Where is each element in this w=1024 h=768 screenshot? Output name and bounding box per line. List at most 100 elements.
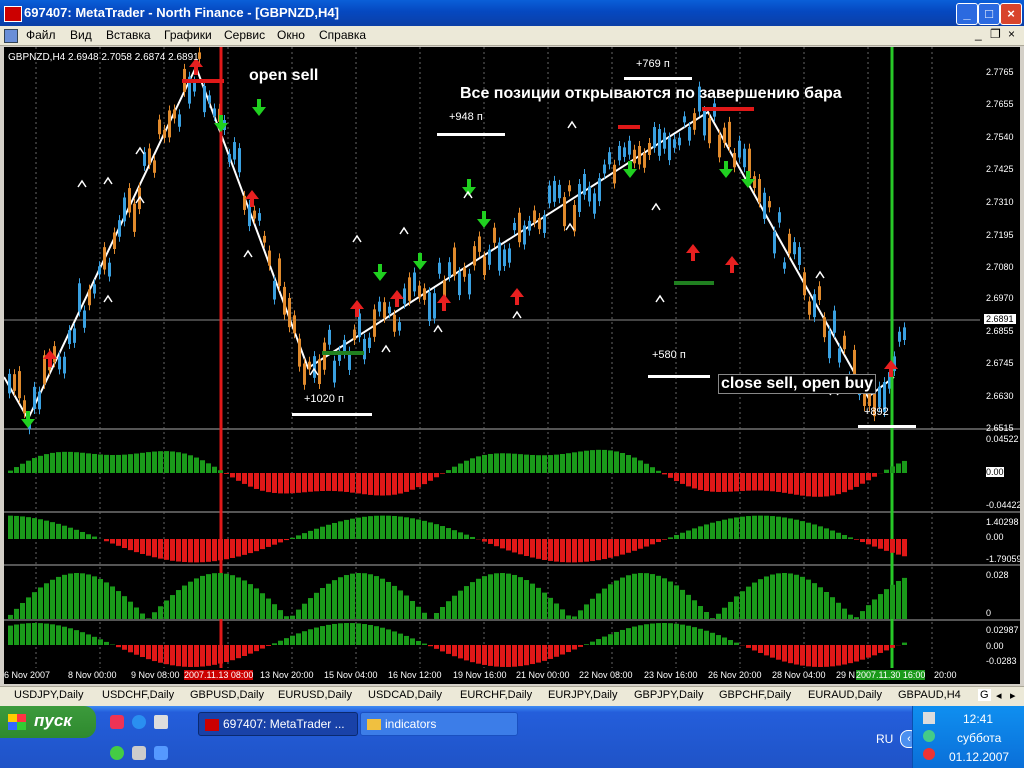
ind3-bar: [560, 609, 565, 619]
candle-body: [428, 292, 431, 322]
candle-body: [298, 338, 301, 367]
ind2-bar: [566, 539, 571, 563]
security-icon[interactable]: [923, 748, 935, 760]
clock-day: суббота: [957, 731, 1002, 745]
ind4-bar: [140, 645, 145, 658]
child-minimize-icon[interactable]: _: [975, 27, 982, 41]
ind1-bar: [764, 473, 769, 491]
ind3-bar: [578, 610, 583, 619]
child-close-icon[interactable]: ×: [1008, 27, 1015, 41]
candle-body: [278, 258, 281, 286]
network-icon[interactable]: [923, 712, 935, 724]
menu-insert[interactable]: Вставка: [106, 28, 151, 42]
tab-usdcad[interactable]: USDCAD,Daily: [368, 689, 442, 701]
menu-file[interactable]: Файл: [26, 28, 56, 42]
ind3-bar: [722, 607, 727, 619]
price-tick: 2.6745: [986, 358, 1014, 368]
menu-window[interactable]: Окно: [277, 28, 305, 42]
tray-icon[interactable]: [923, 730, 935, 742]
tab-scroll-left-icon[interactable]: ◂: [996, 689, 1002, 702]
ind1-bar: [26, 460, 31, 473]
ind2-bar: [452, 530, 457, 539]
ind1-bar: [44, 454, 49, 473]
candle-body: [253, 210, 256, 219]
candle-body: [753, 176, 756, 188]
ind2-bar: [626, 539, 631, 553]
tab-eurjpy[interactable]: EURJPY,Daily: [548, 689, 618, 701]
up-arrow-icon: [437, 294, 451, 311]
tab-gbpchf[interactable]: GBPCHF,Daily: [719, 689, 791, 701]
quicklaunch-icon[interactable]: [110, 715, 124, 729]
menu-tools[interactable]: Сервис: [224, 28, 265, 42]
tab-usdchf[interactable]: USDCHF,Daily: [102, 689, 174, 701]
tab-scroll-right-icon[interactable]: ▸: [1010, 689, 1016, 702]
ind4-bar: [122, 645, 127, 650]
candle-body: [718, 134, 721, 158]
ind4-bar: [518, 645, 523, 667]
tab-gbpjpy[interactable]: GBPJPY,Daily: [634, 689, 704, 701]
candle-body: [878, 386, 881, 407]
ind3-bar: [584, 604, 589, 619]
ind3-bar: [650, 574, 655, 619]
ind3-bar: [74, 573, 79, 619]
ind4-bar: [320, 626, 325, 645]
candle-body: [83, 310, 86, 328]
menu-help[interactable]: Справка: [319, 28, 366, 42]
ind3-bar: [488, 574, 493, 619]
task-indicators[interactable]: indicators: [360, 712, 518, 736]
ind1-bar: [368, 473, 373, 495]
ind1-bar: [248, 473, 253, 487]
start-button[interactable]: пуск: [0, 706, 96, 738]
ind3-bar: [206, 574, 211, 619]
ind1-bar: [338, 473, 343, 492]
title-bar: 697407: MetaTrader - North Finance - [GB…: [0, 0, 1024, 26]
tab-gbpusd[interactable]: GBPUSD,Daily: [190, 689, 264, 701]
close-button[interactable]: ×: [1000, 3, 1022, 25]
ind4-bar: [680, 624, 685, 645]
child-restore-icon[interactable]: ❐: [990, 27, 1001, 41]
tab-usdjpy[interactable]: USDJPY,Daily: [14, 689, 84, 701]
ind3-bar: [398, 590, 403, 619]
ind2-bar: [290, 537, 295, 539]
desktop-icon[interactable]: [154, 715, 168, 729]
ind2-bar: [554, 539, 559, 562]
minimize-button[interactable]: _: [956, 3, 978, 25]
ind3-bar: [524, 580, 529, 619]
candle-body: [53, 346, 56, 363]
quicklaunch-icon[interactable]: [154, 746, 168, 760]
ind4-bar: [8, 625, 13, 645]
price-tick: 2.7195: [986, 230, 1014, 240]
tab-gbpaud[interactable]: GBPAUD,H4: [898, 689, 961, 701]
document-icon[interactable]: [4, 29, 18, 43]
ind3-bar: [770, 574, 775, 619]
quicklaunch-icon[interactable]: [132, 746, 146, 760]
ind1-bar: [200, 460, 205, 473]
language-indicator[interactable]: RU: [876, 732, 893, 746]
quicklaunch-icon[interactable]: [110, 746, 124, 760]
menu-view[interactable]: Вид: [70, 28, 92, 42]
ind2-min: -1.79059: [986, 554, 1020, 564]
menu-charts[interactable]: Графики: [164, 28, 212, 42]
ind3-bar: [608, 584, 613, 619]
maximize-button[interactable]: □: [978, 3, 1000, 25]
ind4-bar: [14, 624, 19, 645]
ind1-bar: [8, 470, 13, 473]
ind4-bar: [464, 645, 469, 661]
ind4-bar: [278, 640, 283, 645]
ind4-bar: [470, 645, 475, 663]
ie-icon[interactable]: [132, 715, 146, 729]
ind4-bar: [236, 645, 241, 659]
candle-body: [378, 301, 381, 312]
tab-eurchf[interactable]: EURCHF,Daily: [460, 689, 532, 701]
ind4-bar: [776, 645, 781, 660]
tab-active[interactable]: G: [978, 689, 991, 701]
candle-body: [18, 371, 21, 399]
ind4-bar: [218, 645, 223, 664]
tab-eurusd[interactable]: EURUSD,Daily: [278, 689, 352, 701]
tab-euraud[interactable]: EURAUD,Daily: [808, 689, 882, 701]
ind2-bar: [674, 535, 679, 539]
task-metatrader[interactable]: 697407: MetaTrader ...: [198, 712, 358, 736]
ind3-bar: [854, 617, 859, 619]
chart-area[interactable]: GBPNZD,H4 2.6948 2.7058 2.6874 2.6891 op…: [4, 47, 1020, 668]
candle-body: [363, 338, 366, 360]
